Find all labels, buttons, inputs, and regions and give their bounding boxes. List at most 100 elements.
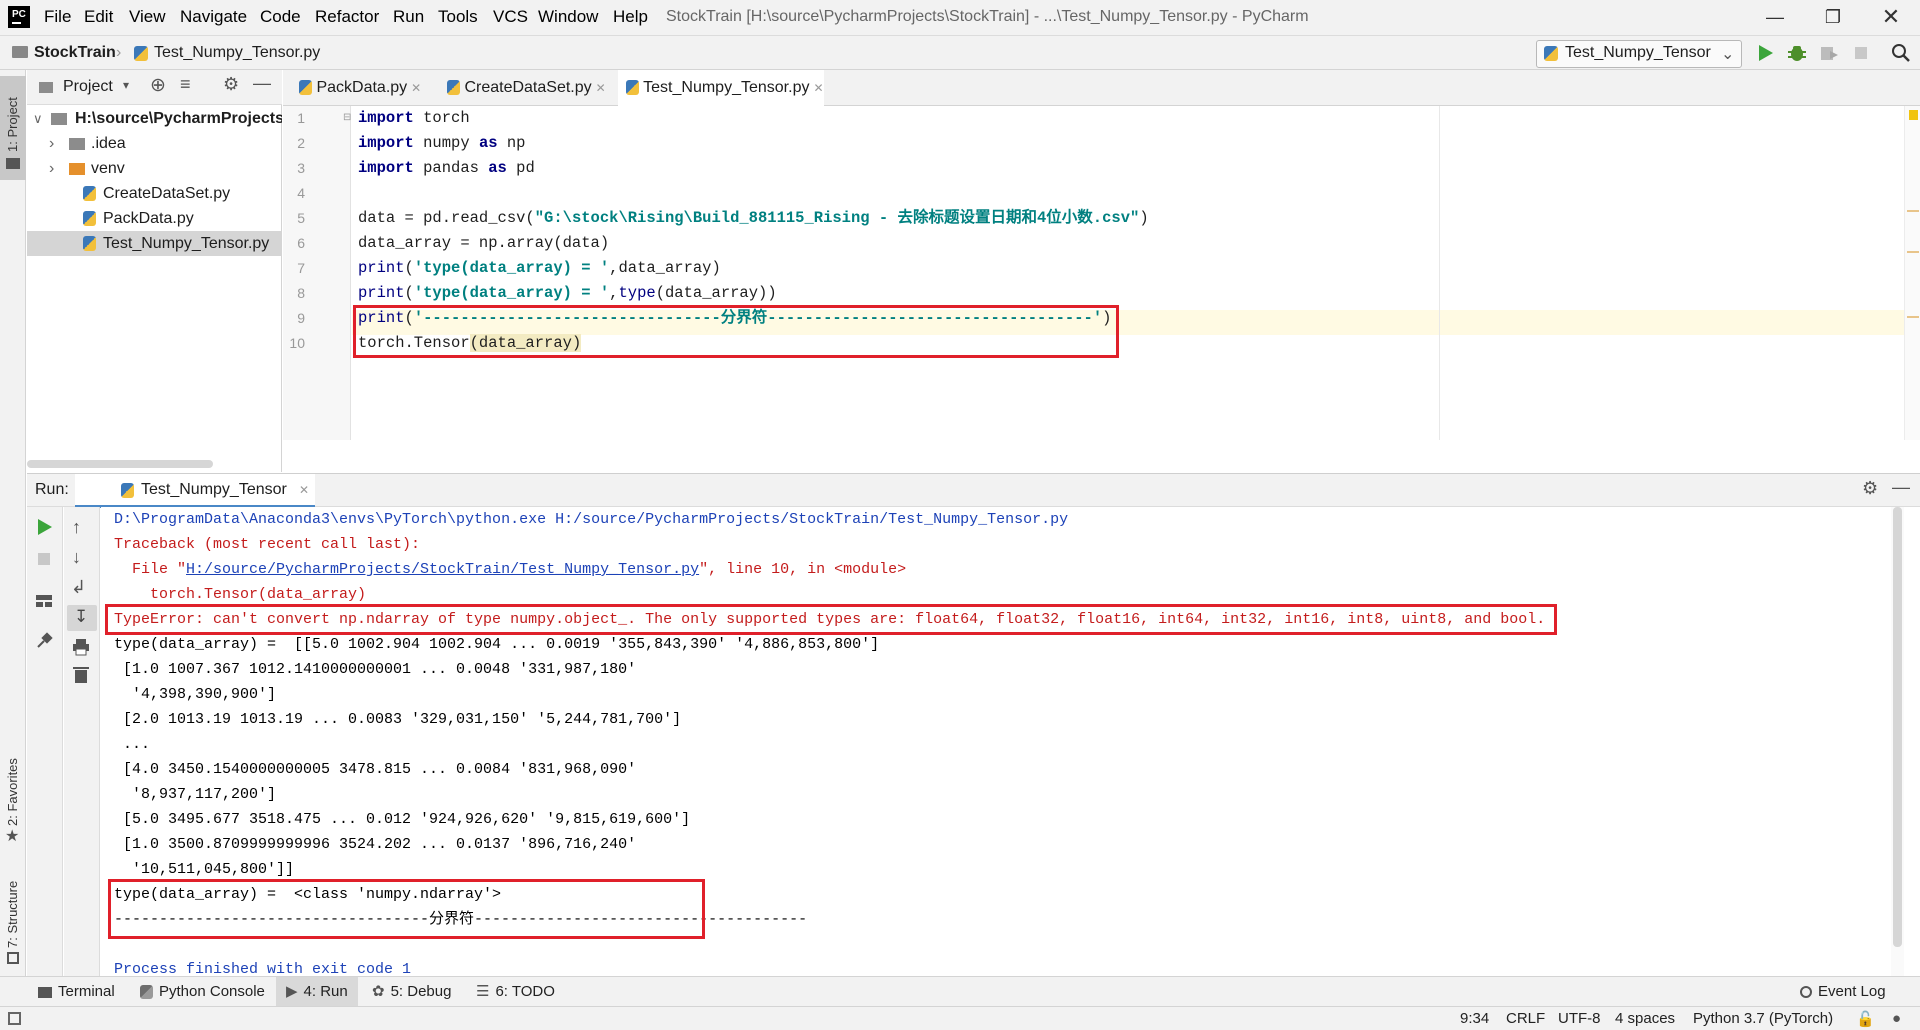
event-log-tab[interactable]: Event Log xyxy=(1800,977,1886,1007)
menu-window[interactable]: Window xyxy=(538,7,598,27)
warning-indicator-icon[interactable] xyxy=(1909,110,1918,120)
soft-wrap-icon[interactable]: ↲ xyxy=(71,577,86,598)
console-line: [5.0 3495.677 3518.475 ... 0.012 '924,92… xyxy=(114,811,691,828)
close-tab-icon[interactable]: ✕ xyxy=(596,81,606,95)
menu-edit[interactable]: Edit xyxy=(84,7,113,27)
gear-icon[interactable]: ⚙ xyxy=(1862,478,1878,499)
menu-help[interactable]: Help xyxy=(613,7,648,27)
todo-tool-tab[interactable]: ☰ 6: TODO xyxy=(476,977,555,1007)
menu-vcs[interactable]: VCS xyxy=(493,7,528,27)
tree-item-idea[interactable]: › .idea xyxy=(27,131,282,156)
run-button[interactable] xyxy=(1754,42,1776,64)
minimize-button[interactable]: — xyxy=(1752,0,1798,36)
project-tool-tab[interactable]: 1: Project xyxy=(0,76,26,180)
python-file-icon xyxy=(299,80,312,96)
up-arrow-icon[interactable]: ↑ xyxy=(72,517,81,538)
fold-icon[interactable]: ⊟ xyxy=(343,112,351,123)
indent-setting[interactable]: 4 spaces xyxy=(1615,1010,1675,1027)
print-icon[interactable] xyxy=(71,637,91,661)
hide-panel-icon[interactable]: — xyxy=(1892,477,1910,498)
caret-position[interactable]: 9:34 xyxy=(1460,1010,1489,1027)
close-window-button[interactable]: ✕ xyxy=(1868,0,1914,36)
scroll-to-end-button[interactable]: ↧ xyxy=(67,605,97,631)
editor-vertical-scrollbar[interactable] xyxy=(1904,106,1920,440)
menu-refactor[interactable]: Refactor xyxy=(315,7,379,27)
traceback-file-link[interactable]: H:/source/PycharmProjects/StockTrain/Tes… xyxy=(186,561,699,578)
collapse-all-icon[interactable]: ≡ xyxy=(180,74,191,95)
terminal-tab[interactable]: Terminal xyxy=(38,977,115,1007)
line-separator[interactable]: CRLF xyxy=(1506,1010,1545,1027)
trash-icon[interactable] xyxy=(72,665,90,689)
code-line: import numpy as np xyxy=(358,134,526,152)
tree-root[interactable]: ∨ H:\source\PycharmProjects\ xyxy=(27,106,282,131)
error-stripe-mark[interactable] xyxy=(1907,316,1919,318)
run-tab[interactable]: Test_Numpy_Tensor ✕ xyxy=(75,474,315,508)
run-panel-header: Run: Test_Numpy_Tensor ✕ ⚙ — xyxy=(27,473,1920,508)
hector-icon[interactable]: ● xyxy=(1892,1010,1901,1027)
gear-icon[interactable]: ⚙ xyxy=(223,74,239,95)
menu-file[interactable]: File xyxy=(44,7,71,27)
close-tab-icon[interactable]: ✕ xyxy=(813,81,823,95)
menu-run[interactable]: Run xyxy=(393,7,424,27)
folder-icon xyxy=(69,138,85,150)
code-line: print('type(data_array) = ',data_array) xyxy=(358,259,721,277)
close-tab-icon[interactable]: ✕ xyxy=(299,483,309,497)
code-editor[interactable]: import torch import numpy as np import p… xyxy=(352,106,1904,440)
coverage-button[interactable] xyxy=(1818,42,1840,64)
scrollbar-thumb[interactable] xyxy=(1893,507,1902,947)
line-number: 2 xyxy=(297,135,305,151)
tree-item-test-numpy-tensor[interactable]: Test_Numpy_Tensor.py xyxy=(27,231,282,256)
down-arrow-icon[interactable]: ↓ xyxy=(72,547,81,568)
error-stripe-mark[interactable] xyxy=(1907,251,1919,253)
tree-item-createdataset[interactable]: CreateDataSet.py xyxy=(27,181,282,206)
project-view-label[interactable]: Project xyxy=(63,78,113,96)
file-encoding[interactable]: UTF-8 xyxy=(1558,1010,1601,1027)
highlight-box-output xyxy=(108,879,705,939)
debug-tool-tab[interactable]: ✿ 5: Debug xyxy=(372,977,451,1007)
structure-tool-tab[interactable]: 7: Structure xyxy=(0,860,26,970)
console-vertical-scrollbar[interactable] xyxy=(1891,507,1904,976)
run-console[interactable]: D:\ProgramData\Anaconda3\envs\PyTorch\py… xyxy=(101,507,1904,976)
tree-item-packdata[interactable]: PackData.py xyxy=(27,206,282,231)
stop-button[interactable] xyxy=(1850,42,1872,64)
menu-view[interactable]: View xyxy=(129,7,166,27)
error-stripe-mark[interactable] xyxy=(1907,210,1919,212)
tree-item-venv[interactable]: › venv xyxy=(27,156,282,181)
tab-createdataset[interactable]: CreateDataSet.py ✕ xyxy=(439,70,606,106)
folder-icon xyxy=(69,163,85,175)
locate-icon[interactable]: ⊕ xyxy=(150,74,166,97)
restore-layout-icon[interactable] xyxy=(34,591,54,615)
horizontal-scrollbar[interactable] xyxy=(27,460,213,468)
run-config-select[interactable]: Test_Numpy_Tensor ⌄ xyxy=(1536,40,1742,68)
search-everywhere-button[interactable] xyxy=(1890,42,1912,64)
line-number: 9 xyxy=(297,310,305,326)
hide-panel-icon[interactable]: — xyxy=(253,73,271,94)
run-tool-tab[interactable]: ▶ 4: Run xyxy=(276,977,358,1007)
run-config-label: Test_Numpy_Tensor xyxy=(1565,44,1711,61)
bottom-tool-bar: Terminal Python Console ▶ 4: Run ✿ 5: Debu… xyxy=(0,976,1920,1007)
tab-packdata[interactable]: PackData.py ✕ xyxy=(291,70,421,106)
python-console-tab[interactable]: Python Console xyxy=(140,977,265,1007)
pin-icon[interactable] xyxy=(34,631,54,655)
breadcrumb-project[interactable]: StockTrain xyxy=(34,44,116,62)
chevron-down-icon[interactable]: ▾ xyxy=(123,78,129,92)
favorites-tool-tab-label: 2: Favorites xyxy=(5,758,20,826)
breadcrumb-file[interactable]: Test_Numpy_Tensor.py xyxy=(154,44,320,62)
window-title: StockTrain [H:\source\PycharmProjects\St… xyxy=(666,8,1309,25)
debug-button[interactable] xyxy=(1786,42,1808,64)
run-tab-label: Test_Numpy_Tensor xyxy=(141,481,287,498)
python-interpreter[interactable]: Python 3.7 (PyTorch) xyxy=(1693,1010,1833,1027)
lock-icon[interactable]: 🔓 xyxy=(1856,1010,1875,1028)
console-line: [4.0 3450.1540000000005 3478.815 ... 0.0… xyxy=(114,761,637,778)
toggle-tool-windows-icon[interactable] xyxy=(8,1012,21,1025)
maximize-button[interactable]: ❐ xyxy=(1810,0,1856,36)
console-line: Traceback (most recent call last): xyxy=(114,536,421,553)
favorites-tool-tab[interactable]: 2: Favorites ★ xyxy=(0,740,26,845)
menu-code[interactable]: Code xyxy=(260,7,301,27)
stop-button[interactable] xyxy=(34,549,54,573)
rerun-button[interactable] xyxy=(34,517,54,541)
menu-navigate[interactable]: Navigate xyxy=(180,7,247,27)
tab-test-numpy-tensor[interactable]: Test_Numpy_Tensor.py ✕ xyxy=(618,70,824,109)
close-tab-icon[interactable]: ✕ xyxy=(411,81,421,95)
menu-tools[interactable]: Tools xyxy=(438,7,478,27)
